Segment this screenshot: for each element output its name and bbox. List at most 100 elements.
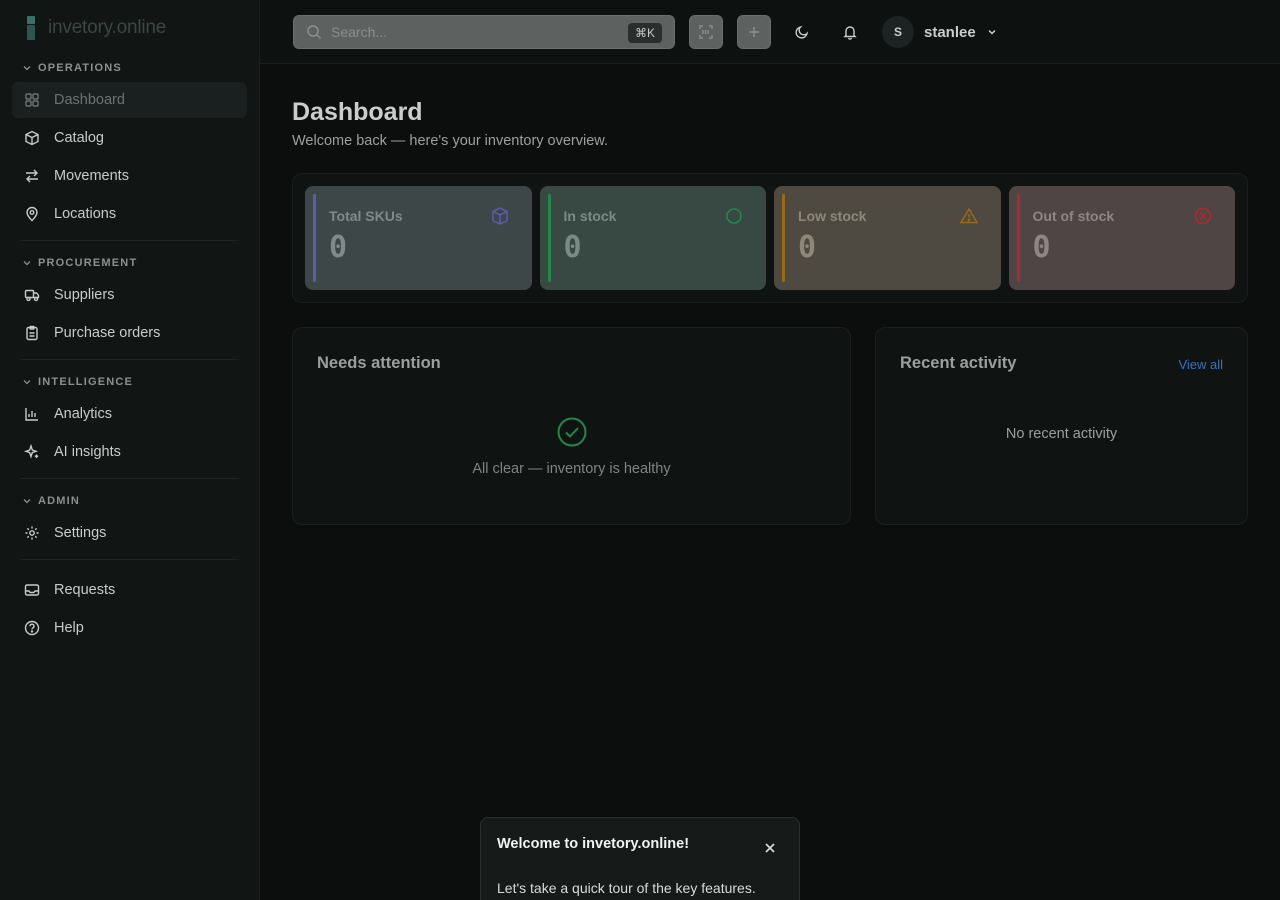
stat-card-out-of-stock[interactable]: Out of stock 0 [1008,186,1235,290]
chevron-down-icon [23,499,31,504]
chevron-down-icon [23,380,31,385]
accent-bar [313,194,316,282]
sidebar-item-dashboard[interactable]: Dashboard [12,82,247,118]
bar-chart-icon [25,408,38,421]
stat-label: Total SKUs [329,208,403,224]
top-header: ⌘K S stanlee [260,0,1280,64]
warning-icon [959,207,978,224]
sidebar-item-label: Analytics [54,406,113,422]
close-icon[interactable] [763,841,777,855]
sidebar-item-label: Help [54,620,84,636]
sidebar-item-label: Dashboard [54,92,125,108]
notifications-button[interactable] [833,15,867,49]
sidebar-item-label: Movements [54,168,129,184]
tour-popover: Welcome to invetory.online! Let's take a… [480,817,800,900]
page-title: Dashboard [292,98,423,126]
section-label: INTELLIGENCE [38,376,134,388]
sidebar-item-purchase-orders[interactable]: Purchase orders [12,315,247,351]
clipboard-icon [26,325,38,341]
avatar: S [882,16,914,48]
stat-label: Out of stock [1032,208,1115,224]
sparkles-icon [24,444,39,459]
sidebar-item-label: Catalog [54,130,104,146]
sidebar-item-label: Purchase orders [54,325,161,341]
stat-value: 0 [563,230,582,265]
theme-toggle-button[interactable] [785,15,819,49]
panels-row: Needs attention All clear — inventory is… [292,327,1248,525]
brand-logo-icon [24,16,38,40]
sidebar-item-label: Settings [54,525,107,541]
sidebar-item-movements[interactable]: Movements [12,158,247,194]
stat-card-total-skus[interactable]: Total SKUs 0 [305,186,532,290]
section-toggle-intelligence[interactable]: INTELLIGENCE [12,372,247,392]
search-icon [307,25,322,40]
package-icon [25,130,39,146]
sidebar-item-label: Requests [54,582,116,598]
x-circle-icon [1194,207,1212,225]
search-box[interactable]: ⌘K [293,15,675,49]
map-pin-icon [26,206,38,222]
accent-bar [782,194,785,282]
empty-state: No recent activity [1005,426,1118,442]
sidebar-divider [20,559,239,560]
sidebar-item-requests[interactable]: Requests [12,572,247,608]
accent-bar [1016,194,1020,282]
search-shortcut-badge: ⌘K [627,23,662,43]
view-all-link[interactable]: View all [1178,357,1223,372]
stat-card-in-stock[interactable]: In stock 0 [539,186,766,290]
sidebar-divider [20,240,239,241]
accent-bar [547,194,551,282]
scan-button[interactable] [689,15,723,49]
section-toggle-procurement[interactable]: PROCUREMENT [12,253,247,273]
sidebar-item-label: AI insights [54,444,121,460]
stat-value: 0 [329,230,348,265]
help-circle-icon [24,620,40,636]
sidebar-item-ai-insights[interactable]: AI insights [12,434,247,470]
sidebar-item-label: Suppliers [54,287,115,303]
stats-panel: Total SKUs 0 In stock 0 Low stock 0 Out … [292,173,1248,303]
app-root: invetory.online OPERATIONS Dashboard Cat… [0,0,1280,900]
tour-title: Welcome to invetory.online! [497,836,690,852]
package-icon [491,207,508,225]
section-toggle-admin[interactable]: ADMIN [12,491,247,511]
sidebar-divider [20,478,239,479]
gear-icon [25,526,39,540]
section-label: PROCUREMENT [38,257,138,269]
card-title: Recent activity [900,354,1017,372]
page-subtitle: Welcome back — here's your inventory ove… [292,133,608,149]
sidebar-item-suppliers[interactable]: Suppliers [12,277,247,313]
chevron-down-icon [23,66,31,71]
circle-icon [726,208,742,224]
brand-name: invetory.online [48,17,167,38]
brand[interactable]: invetory.online [12,12,247,44]
sidebar-item-catalog[interactable]: Catalog [12,120,247,156]
section-label: OPERATIONS [38,62,122,74]
inbox-icon [24,584,40,596]
stat-value: 0 [798,230,817,265]
add-button[interactable] [737,15,771,49]
dashboard-icon [25,93,39,107]
user-menu[interactable]: S stanlee [882,16,998,48]
sidebar-item-settings[interactable]: Settings [12,515,247,551]
section-toggle-operations[interactable]: OPERATIONS [12,58,247,78]
sidebar-item-analytics[interactable]: Analytics [12,396,247,432]
sidebar-item-locations[interactable]: Locations [12,196,247,232]
bell-icon [843,26,857,40]
stat-value: 0 [1032,230,1051,265]
search-input[interactable] [331,24,611,40]
sidebar-item-help[interactable]: Help [12,610,247,646]
needs-attention-card: Needs attention All clear — inventory is… [292,327,851,525]
truck-icon [24,289,40,302]
stat-label: In stock [563,208,617,224]
sidebar-divider [20,359,239,360]
stat-card-low-stock[interactable]: Low stock 0 [774,186,1001,290]
check-circle-icon [557,417,586,447]
sidebar-item-label: Locations [54,206,117,222]
main-content: Dashboard Welcome back — here's your inv… [292,64,1248,525]
tour-body: Let's take a quick tour of the key featu… [497,880,756,896]
plus-icon [749,27,759,37]
arrows-left-right-icon [26,169,38,183]
sidebar: invetory.online OPERATIONS Dashboard Cat… [0,0,260,900]
username: stanlee [924,23,976,41]
healthy-state: All clear — inventory is healthy [293,416,850,477]
